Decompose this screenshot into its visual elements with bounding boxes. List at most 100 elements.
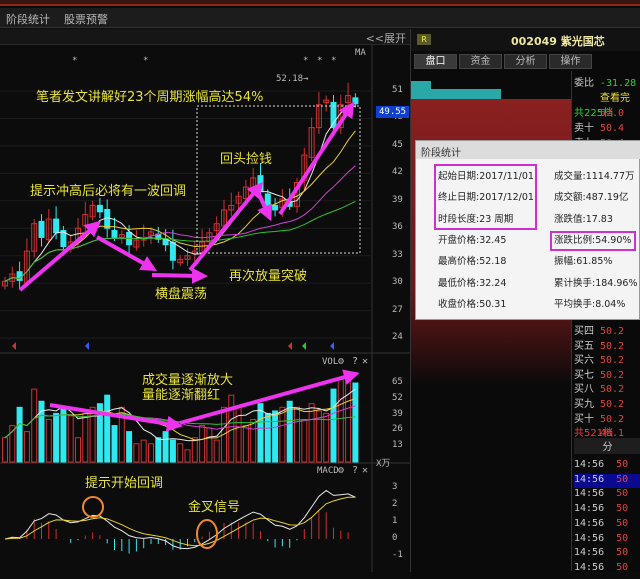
settings-icon[interactable]: ⚙: [338, 356, 344, 367]
price-tick: 36: [392, 222, 403, 233]
tick-row[interactable]: 14:56 50: [574, 533, 640, 547]
candle-down: [38, 220, 45, 238]
star-marker: *: [143, 56, 149, 66]
orderbook-row[interactable]: 共225档52.0: [574, 104, 624, 119]
orderbook-row[interactable]: 卖十 50.4: [574, 119, 624, 134]
candle-down: [272, 204, 279, 211]
label: 14:56: [574, 488, 605, 500]
label: 买九: [574, 399, 594, 410]
macd-tick: -1: [392, 550, 403, 560]
stat-right: 累计换手:184.96%: [554, 277, 638, 289]
star-marker: *: [303, 56, 309, 66]
depth-bar: [411, 89, 501, 99]
candle-down: [169, 241, 176, 261]
value: 50.2: [600, 413, 625, 425]
macd-label: MACD: [317, 466, 339, 476]
stat-left: 收盘价格:50.31: [438, 298, 507, 310]
annotation-vol2: 量能逐渐翻红: [142, 388, 221, 403]
value: 50: [616, 503, 629, 515]
value: 50: [616, 488, 629, 500]
orderbook-row[interactable]: 买十 50.2: [574, 410, 624, 425]
candle-down: [104, 208, 111, 229]
help-icon[interactable]: ?: [352, 465, 358, 476]
stat-left: 最低价格:32.24: [438, 277, 507, 289]
tab-analysis[interactable]: 分析: [504, 54, 547, 69]
volume-bar: [60, 406, 67, 463]
tick-row[interactable]: 14:56 50: [574, 473, 640, 488]
annotation-pickup: 回头捡钱: [220, 152, 273, 167]
orderbook-row[interactable]: 买六 50.2: [574, 351, 624, 366]
tab-handicap[interactable]: 盘口: [414, 54, 457, 69]
stage-stats-popup: 阶段统计 起始日期:2017/11/01 终止日期:2017/12/01 时段长度:…: [415, 140, 640, 320]
trend-arrow: [151, 267, 208, 284]
stock-chart[interactable]: [0, 45, 410, 572]
price-tick: 24: [392, 332, 403, 343]
orderbook-row[interactable]: 查看完: [574, 89, 630, 104]
star-marker: *: [331, 56, 337, 66]
volume-bar: [53, 412, 60, 463]
menu-stock-alert[interactable]: 股票预警: [64, 11, 108, 27]
high-price-label: 52.18→: [276, 74, 309, 84]
volume-tick: 39: [392, 408, 403, 419]
label: 14:56: [574, 532, 605, 544]
value: 50.2: [600, 340, 625, 352]
value: 50: [616, 517, 629, 529]
label: 14:56: [574, 517, 605, 529]
volume-bar: [169, 439, 176, 463]
candle-down: [264, 193, 271, 206]
price-tick: 51: [392, 85, 403, 95]
help-icon[interactable]: ?: [352, 356, 358, 367]
tab-operation[interactable]: 操作: [549, 54, 592, 69]
tick-row[interactable]: 14:56 50: [574, 459, 640, 473]
tick-row[interactable]: 14:56 50: [574, 547, 640, 561]
tick-row[interactable]: 14:56 50: [574, 488, 640, 502]
price-tick: 45: [392, 139, 403, 150]
value: 50: [616, 459, 629, 470]
candle-down: [352, 97, 359, 105]
orderbook-row[interactable]: 买七 50.2: [574, 366, 624, 381]
volume-tick: 52: [392, 392, 403, 403]
value: 50: [616, 532, 629, 544]
label: 14:56: [574, 459, 605, 470]
label: 共521档: [574, 428, 614, 440]
close-icon[interactable]: ✕: [362, 356, 368, 367]
tab-funds[interactable]: 资金: [459, 54, 502, 69]
r-badge: R: [417, 34, 431, 45]
star-marker: *: [317, 56, 323, 66]
volume-bar: [352, 382, 359, 463]
menu-bar: 阶段统计 股票预警: [0, 8, 640, 28]
stock-title: 002049 紫光国芯: [511, 35, 605, 48]
ticks-header: 分: [574, 438, 640, 454]
settings-icon[interactable]: ⚙: [338, 465, 344, 476]
macd-tick: 0: [392, 533, 398, 543]
ma-label: MA: [355, 48, 366, 58]
orderbook-row[interactable]: 买八 50.2: [574, 380, 624, 395]
expand-button[interactable]: <<展开: [366, 30, 406, 46]
annotation-pullback: 提示冲高后必将有一波回调: [30, 184, 187, 199]
label: 买四: [574, 326, 594, 337]
candle-down: [16, 271, 23, 281]
orderbook-row[interactable]: 买五 50.2: [574, 337, 624, 352]
star-marker: *: [72, 56, 78, 66]
tick-row[interactable]: 14:56 50: [574, 562, 640, 576]
stat-left: 最高价格:52.18: [438, 256, 507, 268]
orderbook-row[interactable]: 买九 50.2: [574, 395, 624, 410]
orderbook-row[interactable]: 买四 50.2: [574, 322, 624, 337]
volume-bar: [162, 431, 169, 463]
orderbook-row[interactable]: 委比 -31.28: [574, 74, 636, 89]
vol-label: VOL: [322, 357, 339, 367]
quote-header: R 002049 紫光国芯: [411, 29, 640, 51]
value: 50.2: [600, 384, 625, 396]
close-icon[interactable]: ✕: [362, 465, 368, 476]
tick-row[interactable]: 14:56 50: [574, 518, 640, 532]
annotation-sideways: 横盘震荡: [155, 287, 208, 302]
tick-row[interactable]: 14:56 50: [574, 503, 640, 517]
value: 50.4: [600, 123, 625, 134]
volume-tick: 13: [392, 440, 403, 451]
orderbook-row[interactable]: 共521档48.1: [574, 424, 624, 439]
label: 买五: [574, 340, 594, 352]
value: 50: [616, 561, 629, 573]
volume-bar: [111, 425, 118, 463]
menu-stage-stats[interactable]: 阶段统计: [6, 11, 50, 27]
volume-bar: [330, 388, 337, 463]
